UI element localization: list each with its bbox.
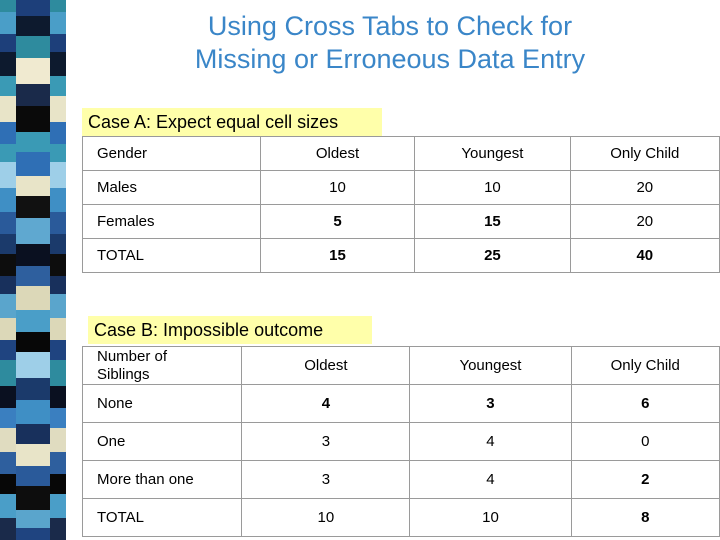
- table-header-row: Number of Siblings Oldest Youngest Only …: [81, 346, 720, 385]
- cell-females-only-child: 20: [569, 204, 720, 239]
- stripe-inner-band: [16, 176, 50, 196]
- stripe-inner-band: [16, 132, 50, 152]
- stripe-inner-band: [16, 286, 50, 310]
- slide-title: Using Cross Tabs to Check for Missing or…: [80, 10, 700, 76]
- stripe-inner-band: [16, 152, 50, 176]
- cell-females-oldest: 5: [259, 204, 416, 239]
- case-a-caption: Case A: Expect equal cell sizes: [82, 108, 382, 136]
- row-label-none: None: [81, 384, 243, 423]
- stripe-inner-band: [16, 424, 50, 444]
- stripe-inner-band: [16, 528, 50, 540]
- cell-total-youngest: 25: [414, 238, 571, 273]
- stripe-inner-band: [16, 266, 50, 286]
- stripe-inner-band: [16, 466, 50, 486]
- stripe-inner-band: [16, 378, 50, 400]
- cell-none-youngest: 3: [409, 384, 572, 423]
- cell-males-youngest: 10: [414, 170, 571, 205]
- row-label-females: Females: [82, 204, 261, 239]
- cell-males-oldest: 10: [259, 170, 416, 205]
- stripe-inner-band: [16, 310, 50, 332]
- cell-more-than-one-youngest: 4: [409, 460, 572, 499]
- stripe-inner-band: [16, 36, 50, 58]
- cell-females-youngest: 15: [414, 204, 571, 239]
- table-row: None 4 3 6: [81, 384, 720, 423]
- cell-none-oldest: 4: [241, 384, 411, 423]
- table-row: TOTAL 10 10 8: [81, 498, 720, 537]
- cell-total-only-child: 40: [569, 238, 720, 273]
- stripe-inner-band: [16, 58, 50, 84]
- row-label-males: Males: [82, 170, 261, 205]
- cell-total-youngest: 10: [409, 498, 572, 537]
- stripe-inner-band: [16, 352, 50, 378]
- row-label-total: TOTAL: [81, 498, 243, 537]
- table-row: Males 10 10 20: [82, 170, 720, 205]
- slide-title-line-2: Missing or Erroneous Data Entry: [194, 44, 586, 74]
- stripe-inner-band: [16, 16, 50, 36]
- cell-total-oldest: 10: [241, 498, 411, 537]
- cell-one-only-child: 0: [570, 422, 720, 461]
- table-row: Females 5 15 20: [82, 204, 720, 239]
- table-header-row: Gender Oldest Youngest Only Child: [82, 136, 720, 171]
- stripe-inner-band: [16, 196, 50, 218]
- case-b-caption: Case B: Impossible outcome: [88, 316, 372, 344]
- stripe-inner-band: [16, 84, 50, 106]
- stripe-inner-band: [16, 510, 50, 528]
- row-label-one: One: [81, 422, 243, 461]
- column-header-oldest: Oldest: [241, 346, 411, 385]
- stripe-inner-band: [16, 218, 50, 244]
- corner-header-line-2: Siblings: [97, 365, 150, 383]
- table-corner-header: Number of Siblings: [81, 346, 243, 385]
- table-row: One 3 4 0: [81, 422, 720, 461]
- column-header-oldest: Oldest: [259, 136, 416, 171]
- stripe-inner-band: [16, 444, 50, 466]
- stripe-inner-band: [16, 0, 50, 16]
- cell-none-only-child: 6: [570, 384, 720, 423]
- stripe-inner-band: [16, 332, 50, 352]
- case-b-table: Number of Siblings Oldest Youngest Only …: [81, 346, 720, 537]
- stripe-inner-band: [16, 400, 50, 424]
- case-a-table: Gender Oldest Youngest Only Child Males …: [82, 136, 720, 273]
- column-header-youngest: Youngest: [414, 136, 571, 171]
- cell-total-oldest: 15: [259, 238, 416, 273]
- cell-more-than-one-only-child: 2: [570, 460, 720, 499]
- column-header-only-child: Only Child: [570, 346, 720, 385]
- slide-title-line-1: Using Cross Tabs to Check for: [207, 11, 573, 41]
- row-label-total: TOTAL: [82, 238, 261, 273]
- corner-header-line-1: Number of: [97, 347, 168, 365]
- cell-males-only-child: 20: [569, 170, 720, 205]
- table-row: TOTAL 15 25 40: [82, 238, 720, 273]
- cell-one-oldest: 3: [241, 422, 411, 461]
- column-header-youngest: Youngest: [409, 346, 572, 385]
- column-header-only-child: Only Child: [569, 136, 720, 171]
- stripe-inner-band: [16, 244, 50, 266]
- row-label-more-than-one: More than one: [81, 460, 243, 499]
- decorative-side-stripe: [0, 0, 66, 540]
- table-row: More than one 3 4 2: [81, 460, 720, 499]
- stripe-inner-band: [16, 106, 50, 132]
- cell-one-youngest: 4: [409, 422, 572, 461]
- stripe-inner-column: [16, 0, 50, 540]
- cell-more-than-one-oldest: 3: [241, 460, 411, 499]
- table-corner-header: Gender: [82, 136, 261, 171]
- stripe-inner-band: [16, 486, 50, 510]
- cell-total-only-child: 8: [570, 498, 720, 537]
